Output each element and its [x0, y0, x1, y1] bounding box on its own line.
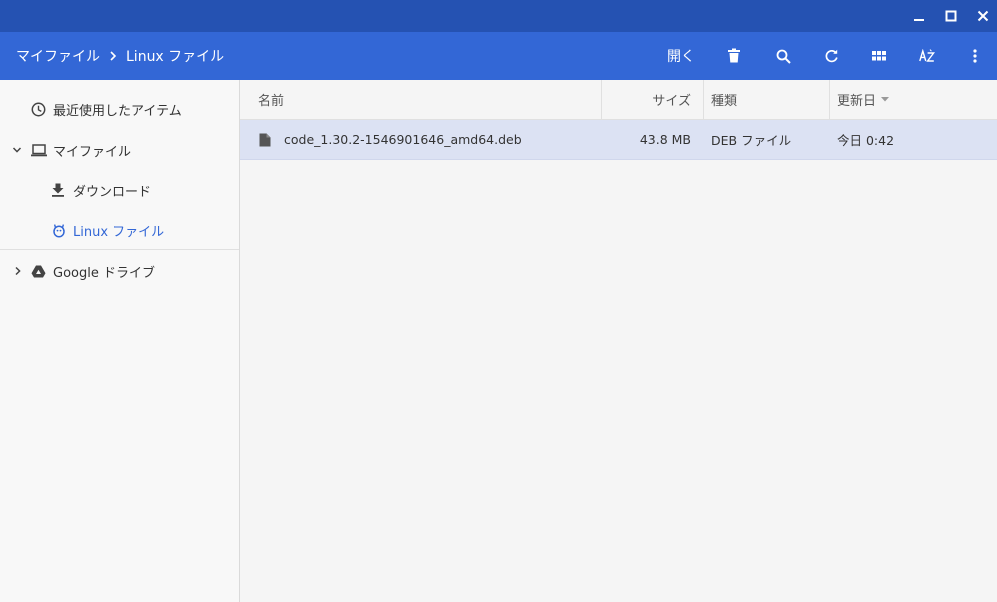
column-size[interactable]: サイズ	[602, 80, 703, 119]
search-button[interactable]	[767, 32, 799, 80]
column-name[interactable]: 名前	[240, 80, 601, 119]
sidebar-item-downloads[interactable]: ダウンロード	[0, 170, 239, 210]
table-row[interactable]: code_1.30.2-1546901646_amd64.deb 43.8 MB…	[240, 120, 997, 160]
open-button[interactable]: 開く	[660, 32, 702, 80]
refresh-icon	[825, 49, 838, 62]
maximize-button[interactable]	[935, 0, 967, 32]
minimize-button[interactable]	[903, 0, 935, 32]
breadcrumb-linux-files[interactable]: Linux ファイル	[126, 32, 224, 80]
download-icon	[52, 183, 64, 197]
sidebar-item-label: Linux ファイル	[73, 224, 165, 240]
sidebar-item-linux-files[interactable]: Linux ファイル	[0, 210, 239, 250]
column-header: 名前 サイズ 種類 更新日	[240, 80, 997, 120]
grid-view-icon	[872, 51, 886, 61]
sidebar-item-label: 最近使用したアイテム	[53, 103, 182, 119]
chevron-right-icon[interactable]	[14, 266, 22, 276]
more-menu-button[interactable]	[959, 32, 991, 80]
laptop-icon	[31, 143, 47, 156]
sort-button[interactable]	[911, 32, 943, 80]
close-icon	[977, 10, 989, 22]
file-name: code_1.30.2-1546901646_amd64.deb	[284, 132, 522, 147]
search-icon	[776, 49, 791, 64]
column-modified[interactable]: 更新日	[830, 80, 950, 119]
sidebar-divider	[0, 249, 239, 250]
breadcrumb-chevron	[108, 32, 118, 80]
chevron-right-icon	[110, 51, 117, 61]
column-modified-label: 更新日	[837, 94, 877, 109]
file-list: 名前 サイズ 種類 更新日 code_1.30.2-1546901646_amd…	[240, 80, 997, 602]
sidebar-item-my-files[interactable]: マイファイル	[0, 130, 239, 170]
sidebar-item-label: Google ドライブ	[53, 265, 155, 281]
sidebar-item-google-drive[interactable]: Google ドライブ	[0, 251, 239, 291]
delete-button[interactable]	[718, 32, 750, 80]
file-size: 43.8 MB	[639, 132, 691, 147]
sidebar-item-recent[interactable]: 最近使用したアイテム	[0, 89, 239, 129]
penguin-icon	[53, 223, 65, 238]
file-icon	[259, 133, 271, 147]
more-vert-icon	[973, 49, 977, 63]
breadcrumb-my-files[interactable]: マイファイル	[16, 32, 100, 80]
toolbar: マイファイル Linux ファイル 開く	[0, 32, 997, 80]
grid-view-button[interactable]	[863, 32, 895, 80]
refresh-button[interactable]	[815, 32, 847, 80]
delete-icon	[728, 48, 740, 63]
sidebar-item-label: マイファイル	[53, 144, 132, 160]
drive-icon	[31, 265, 46, 277]
title-bar	[0, 0, 997, 32]
file-type: DEB ファイル	[711, 133, 792, 148]
chevron-down-icon[interactable]	[12, 146, 22, 154]
clock-icon	[31, 102, 46, 116]
column-type[interactable]: 種類	[704, 80, 829, 119]
close-button[interactable]	[967, 0, 997, 32]
sort-az-icon	[919, 49, 935, 62]
sort-descending-icon	[881, 97, 890, 102]
file-modified: 今日 0:42	[837, 133, 895, 148]
maximize-icon	[945, 10, 957, 22]
minimize-icon	[914, 19, 924, 21]
sidebar-item-label: ダウンロード	[73, 184, 152, 200]
sidebar: 最近使用したアイテム マイファイル ダウンロード Linux ファイル Goog…	[0, 80, 240, 602]
